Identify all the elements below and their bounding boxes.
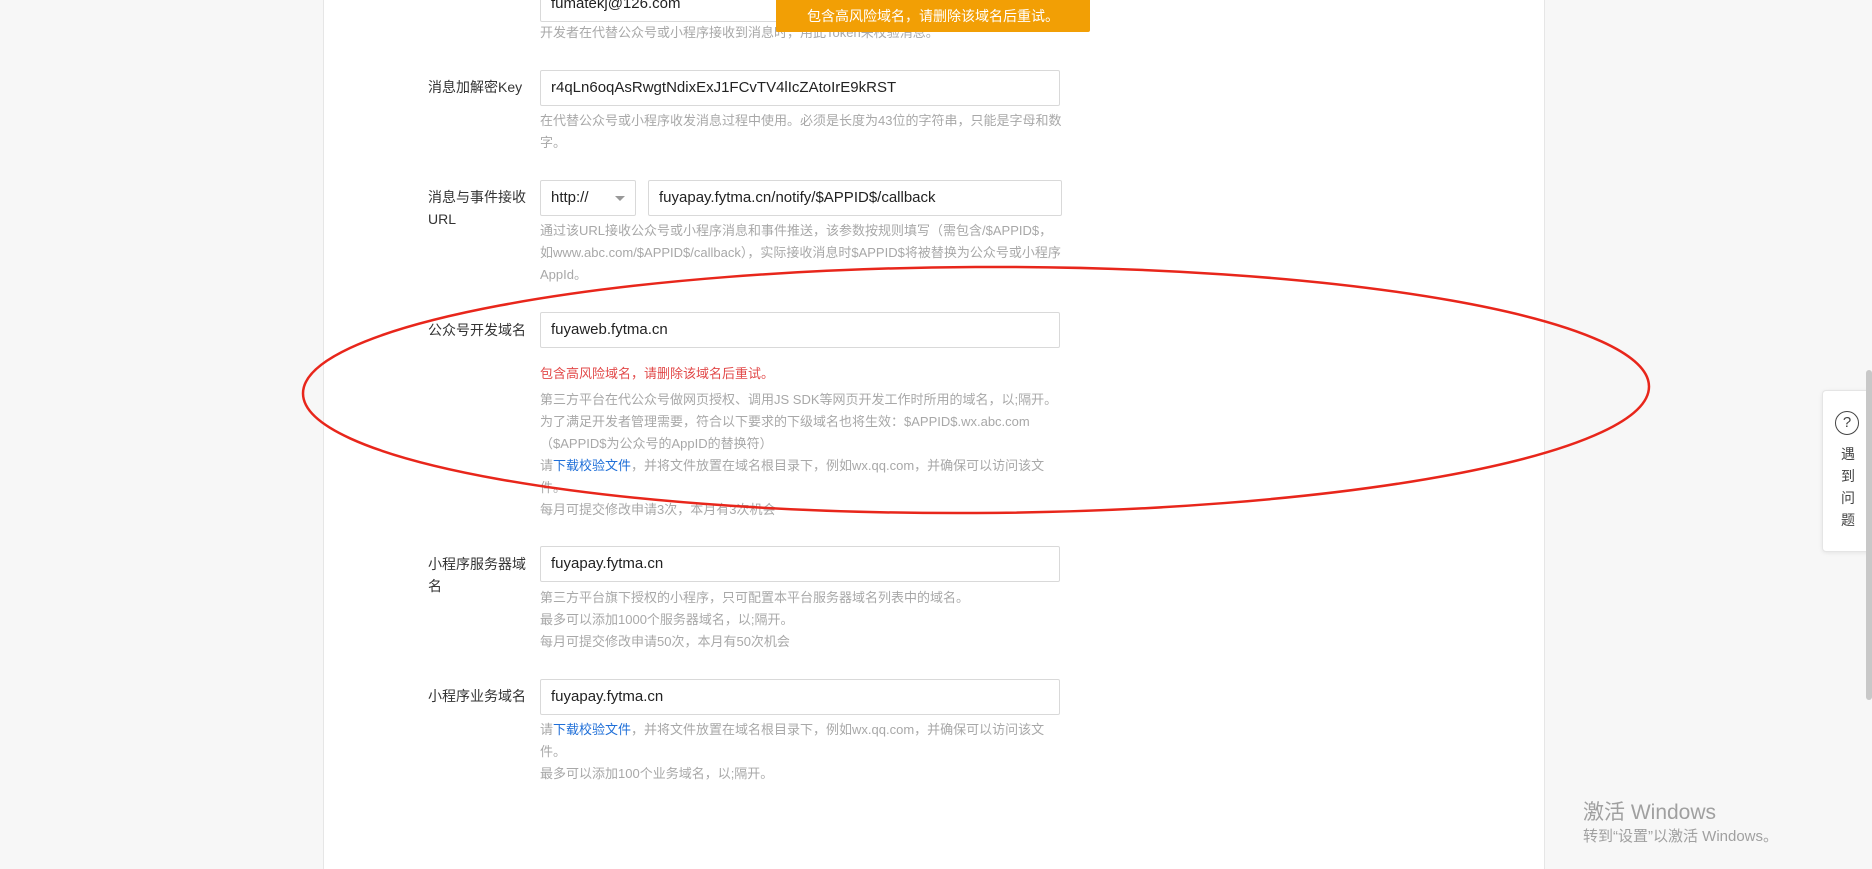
aes-key-label: 消息加解密Key (428, 79, 523, 95)
oa-domain-verify-hint: 请下载校验文件，并将文件放置在域名根目录下，例如wx.qq.com，并确保可以访… (540, 455, 1065, 499)
mp-business-domain-limit: 最多可以添加100个业务域名，以;隔开。 (540, 766, 774, 781)
oa-domain-quota: 每月可提交修改申请3次，本月有3次机会 (540, 502, 776, 517)
mp-business-verify-prefix: 请 (540, 722, 554, 737)
oa-domain-error: 包含高风险域名，请删除该域名后重试。 (540, 366, 775, 381)
protocol-select[interactable]: http:// (540, 180, 636, 216)
mp-server-domain-input[interactable]: fuyapay.fytma.cn (540, 546, 1060, 582)
mp-server-domain-quota: 每月可提交修改申请50次，本月有50次机会 (540, 634, 790, 649)
aes-key-hint: 在代替公众号或小程序收发消息过程中使用。必须是长度为43位的字符串，只能是字母和… (540, 113, 1062, 150)
help-widget[interactable]: ? 遇到问题 (1822, 390, 1872, 552)
mp-server-domain-hint: 第三方平台旗下授权的小程序，只可配置本平台服务器域名列表中的域名。 (540, 590, 970, 605)
callback-url-label: 消息与事件接收URL (428, 189, 526, 227)
aes-key-input[interactable]: r4qLn6oqAsRwgtNdixExJ1FCvTV4lIcZAtoIrE9k… (540, 70, 1060, 106)
oa-domain-label: 公众号开发域名 (428, 322, 526, 338)
mp-download-verify-file-link[interactable]: 下载校验文件 (553, 722, 631, 737)
callback-url-input[interactable]: fuyapay.fytma.cn/notify/$APPID$/callback (648, 180, 1062, 216)
windows-activation-watermark: 激活 Windows 转到“设置”以激活 Windows。 (1583, 800, 1778, 848)
watermark-title: 激活 Windows (1583, 801, 1717, 824)
mp-business-domain-label: 小程序业务域名 (428, 688, 526, 704)
protocol-select-value: http:// (551, 189, 589, 206)
mp-server-domain-label: 小程序服务器域名 (428, 556, 526, 594)
download-verify-file-link[interactable]: 下载校验文件 (553, 458, 631, 473)
mp-business-domain-verify-hint: 请下载校验文件，并将文件放置在域名根目录下，例如wx.qq.com，并确保可以访… (540, 719, 1065, 763)
oa-domain-verify-prefix: 请 (540, 458, 554, 473)
error-toast: 包含高风险域名，请删除该域名后重试。 (776, 0, 1090, 32)
question-icon: ? (1835, 411, 1859, 435)
watermark-subtitle: 转到“设置”以激活 Windows。 (1583, 828, 1779, 845)
chevron-down-icon (615, 196, 625, 201)
callback-url-hint: 通过该URL接收公众号或小程序消息和事件推送，该参数按规则填写（需包含/$APP… (540, 223, 1061, 282)
oa-domain-hint: 第三方平台在代公众号做网页授权、调用JS SDK等网页开发工作时所用的域名，以;… (540, 392, 1058, 451)
scrollbar-thumb[interactable] (1866, 370, 1872, 700)
help-widget-label: 遇到问题 (1841, 446, 1855, 528)
oa-domain-input[interactable]: fuyaweb.fytma.cn (540, 312, 1060, 348)
mp-server-domain-limit: 最多可以添加1000个服务器域名，以;隔开。 (540, 612, 794, 627)
mp-business-domain-input[interactable]: fuyapay.fytma.cn (540, 679, 1060, 715)
